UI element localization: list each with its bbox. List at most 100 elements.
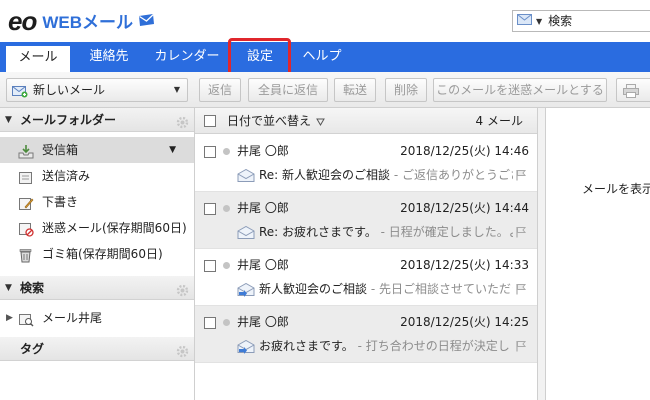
mail-list-header: 日付で並べ替え 4 メール <box>195 108 537 134</box>
mail-checkbox[interactable] <box>204 203 216 215</box>
sidebar-item-sent[interactable]: 送信済み <box>0 163 194 189</box>
mail-subject: Re: 新人歓迎会のご相談 <box>259 168 391 182</box>
mail-date: 2018/12/25(火) 14:44 <box>400 201 529 215</box>
mail-checkbox[interactable] <box>204 260 216 272</box>
mail-list-scrollbar[interactable] <box>538 108 546 400</box>
mail-toolbar: 新しいメール ▼ 返信 全員に返信 転送 削除 このメールを迷惑メールとする <box>0 72 650 108</box>
mail-preview: - ご返信ありがとうござい <box>393 168 513 182</box>
read-status-dot[interactable] <box>223 148 230 155</box>
flag-icon[interactable] <box>515 226 527 241</box>
mail-preview: - 先日ご相談させていただき <box>367 282 513 296</box>
mail-count: 4 メール <box>475 114 523 128</box>
header: eo WEBメール ▼ <box>0 0 650 42</box>
reply-button[interactable]: 返信 <box>199 78 241 102</box>
tab-mail[interactable]: メール <box>6 46 70 72</box>
gear-icon[interactable] <box>176 113 189 137</box>
webmail-app: eo WEBメール ▼ メール 連絡先 カレンダー 設定 <box>0 0 650 400</box>
envelope-open-icon <box>237 168 255 185</box>
collapse-triangle-icon[interactable]: ▼ <box>5 108 12 132</box>
sidebar-item-spam[interactable]: 迷惑メール(保存期間60日) <box>0 215 194 241</box>
mail-subject: 新人歓迎会のご相談 <box>259 282 368 296</box>
tab-settings[interactable]: 設定 <box>232 42 288 72</box>
sort-dropdown-icon[interactable] <box>316 116 325 130</box>
new-mail-icon <box>12 83 28 105</box>
search-input[interactable] <box>548 14 629 28</box>
print-button[interactable] <box>616 78 650 102</box>
printer-icon <box>623 83 639 105</box>
mail-list: 日付で並べ替え 4 メール 井尾 〇郎 2018/12/25(火) 14:46 … <box>195 108 538 400</box>
sidebar-item-trash[interactable]: ゴミ箱(保存期間60日) <box>0 241 194 267</box>
envelope-sent-icon <box>237 282 255 300</box>
mail-sender: 井尾 〇郎 <box>237 201 289 215</box>
logo-brand: eo <box>8 6 37 36</box>
mail-checkbox[interactable] <box>204 317 216 329</box>
search-folder-icon <box>18 310 34 336</box>
tags-section-title: タグ <box>20 342 45 356</box>
tab-help[interactable]: ヘルプ <box>294 42 350 72</box>
forward-button[interactable]: 転送 <box>334 78 376 102</box>
new-mail-button[interactable]: 新しいメール ▼ <box>6 78 188 102</box>
envelope-icon <box>138 14 155 30</box>
folder-label: 下書き <box>42 195 79 209</box>
mail-subject: お疲れさまです。 <box>259 339 354 353</box>
select-all-checkbox[interactable] <box>204 115 216 127</box>
mail-subject-line: Re: 新人歓迎会のご相談 - ご返信ありがとうござい <box>259 165 513 185</box>
envelope-open-icon <box>237 225 255 242</box>
search-box[interactable]: ▼ <box>512 10 650 32</box>
preview-pane: メールを表示 <box>546 108 650 400</box>
mail-folders-header[interactable]: ▼ メールフォルダー <box>0 108 194 132</box>
mail-subject: Re: お疲れさまです。 <box>259 225 377 239</box>
mail-sender: 井尾 〇郎 <box>237 315 289 329</box>
read-status-dot[interactable] <box>223 319 230 326</box>
mail-sender: 井尾 〇郎 <box>237 258 289 272</box>
main-tab-bar: メール 連絡先 カレンダー 設定 ヘルプ <box>0 42 650 72</box>
mail-subject-line: Re: お疲れさまです。 - 日程が確定しました。よろし <box>259 222 513 242</box>
logo: eo WEBメール <box>8 6 155 34</box>
sort-by-date-button[interactable]: 日付で並べ替え <box>227 108 311 134</box>
sidebar-item-saved-search[interactable]: ▶ メール井尾 <box>0 305 194 331</box>
gear-icon[interactable] <box>176 281 189 305</box>
reply-all-button[interactable]: 全員に返信 <box>248 78 328 102</box>
mail-date: 2018/12/25(火) 14:46 <box>400 144 529 158</box>
mail-checkbox[interactable] <box>204 146 216 158</box>
flag-icon[interactable] <box>515 283 527 298</box>
mail-date: 2018/12/25(火) 14:33 <box>400 258 529 272</box>
mail-row[interactable]: 井尾 〇郎 2018/12/25(火) 14:33 新人歓迎会のご相談 - 先日… <box>195 249 537 306</box>
chevron-down-icon[interactable]: ▼ <box>536 17 542 26</box>
tab-calendar[interactable]: カレンダー <box>148 42 226 72</box>
search-section-title: 検索 <box>20 281 45 295</box>
flag-icon[interactable] <box>515 169 527 184</box>
collapse-triangle-icon[interactable]: ▼ <box>5 276 12 300</box>
delete-button[interactable]: 削除 <box>385 78 427 102</box>
gear-icon[interactable] <box>176 342 189 366</box>
search-section-header[interactable]: ▼ 検索 <box>0 276 194 300</box>
chevron-down-icon[interactable]: ▼ <box>174 79 180 101</box>
chevron-down-icon[interactable]: ▼ <box>169 137 176 163</box>
flag-icon[interactable] <box>515 340 527 355</box>
mail-subject-line: 新人歓迎会のご相談 - 先日ご相談させていただき <box>259 279 513 299</box>
folder-label: 受信箱 <box>42 143 79 157</box>
folder-label: メール井尾 <box>42 311 103 325</box>
mail-preview: - 日程が確定しました。よろし <box>380 225 513 239</box>
mark-spam-button[interactable]: このメールを迷惑メールとする <box>433 78 607 102</box>
sidebar-item-drafts[interactable]: 下書き <box>0 189 194 215</box>
tab-contacts[interactable]: 連絡先 <box>78 42 140 72</box>
envelope-sent-icon <box>237 339 255 357</box>
read-status-dot[interactable] <box>223 262 230 269</box>
mail-sender: 井尾 〇郎 <box>237 144 289 158</box>
folder-label: 迷惑メール(保存期間60日) <box>42 221 187 235</box>
envelope-icon <box>517 14 532 28</box>
preview-placeholder-message: メールを表示 <box>582 182 650 196</box>
mail-row[interactable]: 井尾 〇郎 2018/12/25(火) 14:44 Re: お疲れさまです。 -… <box>195 192 537 249</box>
new-mail-label: 新しいメール <box>33 83 106 97</box>
mail-preview: - 打ち合わせの日程が決定し <box>353 339 510 353</box>
sidebar-item-inbox[interactable]: 受信箱 ▼ <box>0 137 194 163</box>
read-status-dot[interactable] <box>223 205 230 212</box>
mail-folders-title: メールフォルダー <box>20 113 117 127</box>
folder-label: 送信済み <box>42 169 91 183</box>
mail-row[interactable]: 井尾 〇郎 2018/12/25(火) 14:46 Re: 新人歓迎会のご相談 … <box>195 135 537 192</box>
expand-triangle-icon[interactable]: ▶ <box>6 305 13 331</box>
folder-label: ゴミ箱(保存期間60日) <box>42 247 163 261</box>
tags-section-header[interactable]: タグ <box>0 337 194 361</box>
mail-row[interactable]: 井尾 〇郎 2018/12/25(火) 14:25 お疲れさまです。 - 打ち合… <box>195 306 537 363</box>
